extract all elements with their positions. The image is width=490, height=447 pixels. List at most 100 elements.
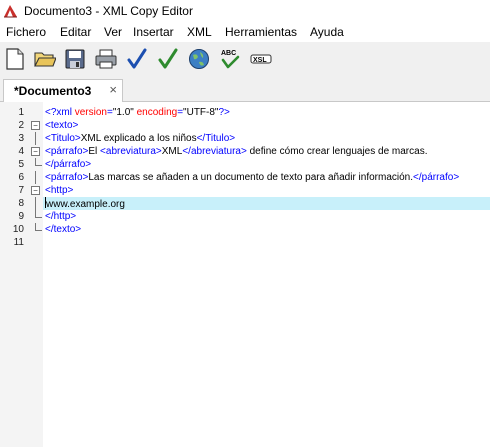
xml-text: XML	[161, 146, 183, 157]
line-number: 8	[18, 198, 24, 209]
code-text: </http>	[45, 210, 76, 223]
xml-markup: </párrafo>	[45, 159, 92, 170]
check-wellformed-button[interactable]	[125, 47, 149, 71]
xml-markup: </abreviatura>	[182, 146, 247, 157]
code-line[interactable]: 5 </párrafo>	[0, 158, 490, 171]
fold-line	[35, 171, 36, 184]
code-line[interactable]: 7− <http>	[0, 184, 490, 197]
code-text: <texto>	[45, 119, 78, 132]
line-number: 10	[12, 224, 24, 235]
tab-strip: *Documento3 ×	[0, 76, 490, 102]
spellcheck-button[interactable]: ABC	[218, 47, 242, 71]
fold-line	[35, 132, 36, 145]
fold-toggle-icon[interactable]: −	[31, 121, 40, 130]
xml-markup: </párrafo>	[413, 172, 460, 183]
new-file-button[interactable]	[3, 47, 27, 71]
code-line[interactable]: 9 </http>	[0, 210, 490, 223]
menu-insertar[interactable]: Insertar	[133, 25, 174, 39]
browser-button[interactable]	[187, 47, 211, 71]
check-wellformed-icon	[127, 48, 147, 69]
validate-icon	[158, 48, 178, 69]
xml-attribute: version	[71, 107, 107, 118]
code-text: <párrafo>El <abreviatura>XML</abreviatur…	[45, 145, 427, 158]
tab-documento3[interactable]: *Documento3 ×	[3, 79, 123, 102]
xml-markup: </http>	[45, 211, 77, 222]
fold-end	[35, 210, 42, 218]
title-bar: Documento3 - XML Copy Editor	[0, 0, 490, 22]
line-number: 7	[18, 185, 24, 196]
toolbar: ABC XSL	[0, 43, 490, 75]
open-folder-icon	[34, 52, 56, 67]
menu-ayuda[interactable]: Ayuda	[310, 25, 344, 39]
code-text: </párrafo>	[45, 158, 91, 171]
xml-markup: <párrafo>	[45, 172, 89, 183]
code-line[interactable]: 11	[0, 236, 490, 249]
line-number: 9	[18, 211, 24, 222]
xml-attribute: encoding	[133, 107, 178, 118]
svg-text:ABC: ABC	[221, 50, 236, 57]
menu-bar: Fichero Editar Ver Insertar XML Herramie…	[0, 22, 490, 42]
xml-text: Las marcas se añaden a un documento de t…	[88, 172, 414, 183]
code-line[interactable]: 1 <?xml version="1.0" encoding="UTF-8"?>	[0, 106, 490, 119]
code-text: <?xml version="1.0" encoding="UTF-8"?>	[45, 106, 230, 119]
xml-text: XML explicado a los niños	[80, 133, 197, 144]
xml-markup: <?xml	[45, 107, 72, 118]
xml-text: "UTF-8"	[183, 107, 219, 118]
xml-markup: </texto>	[45, 224, 82, 235]
code-text: </texto>	[45, 223, 81, 236]
menu-herramientas[interactable]: Herramientas	[225, 25, 297, 39]
line-number: 4	[18, 146, 24, 157]
print-button[interactable]	[94, 47, 118, 71]
open-file-button[interactable]	[33, 47, 57, 71]
code-editor[interactable]: 1 <?xml version="1.0" encoding="UTF-8"?> 2…	[0, 102, 490, 447]
save-button[interactable]	[63, 47, 87, 71]
xslt-button[interactable]: XSL	[249, 47, 273, 71]
xml-markup: <Titulo>	[45, 133, 81, 144]
code-line[interactable]: 2− <texto>	[0, 119, 490, 132]
line-number: 3	[18, 133, 24, 144]
line-number: 5	[18, 159, 24, 170]
code-line[interactable]: 10 </texto>	[0, 223, 490, 236]
code-text: <párrafo>Las marcas se añaden a un docum…	[45, 171, 459, 184]
fold-line	[35, 197, 36, 210]
xml-text: www.example.org	[46, 199, 125, 210]
fold-toggle-icon[interactable]: −	[31, 186, 40, 195]
fold-end	[35, 158, 42, 166]
xml-markup: <párrafo>	[45, 146, 89, 157]
xml-text: El	[88, 146, 101, 157]
line-number: 1	[18, 107, 24, 118]
xml-markup: ?>	[218, 107, 230, 118]
xml-text: define cómo crear lenguajes de marcas.	[246, 146, 428, 157]
code-line[interactable]: 8 www.example.org	[0, 197, 490, 210]
code-line[interactable]: 3 <Titulo>XML explicado a los niños</Titu…	[0, 132, 490, 145]
code-text: <Titulo>XML explicado a los niños</Titul…	[45, 132, 235, 145]
xml-markup: <abreviatura>	[100, 146, 162, 157]
menu-fichero[interactable]: Fichero	[6, 25, 46, 39]
menu-editar[interactable]: Editar	[60, 25, 91, 39]
svg-text:XSL: XSL	[253, 57, 267, 64]
xml-markup: </Titulo>	[196, 133, 236, 144]
xml-markup: <http>	[45, 185, 74, 196]
print-icon	[95, 49, 117, 69]
code-text: <http>	[45, 184, 73, 197]
line-number: 6	[18, 172, 24, 183]
close-icon[interactable]: ×	[109, 82, 117, 97]
new-file-icon	[6, 48, 24, 70]
window-title: Documento3 - XML Copy Editor	[24, 4, 193, 18]
app-icon	[4, 5, 17, 18]
xslt-icon: XSL	[250, 54, 272, 64]
validate-button[interactable]	[156, 47, 180, 71]
browser-globe-icon	[189, 49, 209, 69]
xml-text: "1.0"	[112, 107, 134, 118]
code-line[interactable]: 6 <párrafo>Las marcas se añaden a un docu…	[0, 171, 490, 184]
tab-label: *Documento3	[14, 84, 92, 98]
line-number: 2	[18, 120, 24, 131]
fold-end	[35, 223, 42, 231]
spellcheck-icon: ABC	[221, 50, 240, 69]
menu-ver[interactable]: Ver	[104, 25, 122, 39]
code-text: www.example.org	[45, 197, 125, 211]
code-line[interactable]: 4− <párrafo>El <abreviatura>XML</abreviat…	[0, 145, 490, 158]
fold-toggle-icon[interactable]: −	[31, 147, 40, 156]
menu-xml[interactable]: XML	[187, 25, 212, 39]
xml-markup: <texto>	[45, 120, 79, 131]
